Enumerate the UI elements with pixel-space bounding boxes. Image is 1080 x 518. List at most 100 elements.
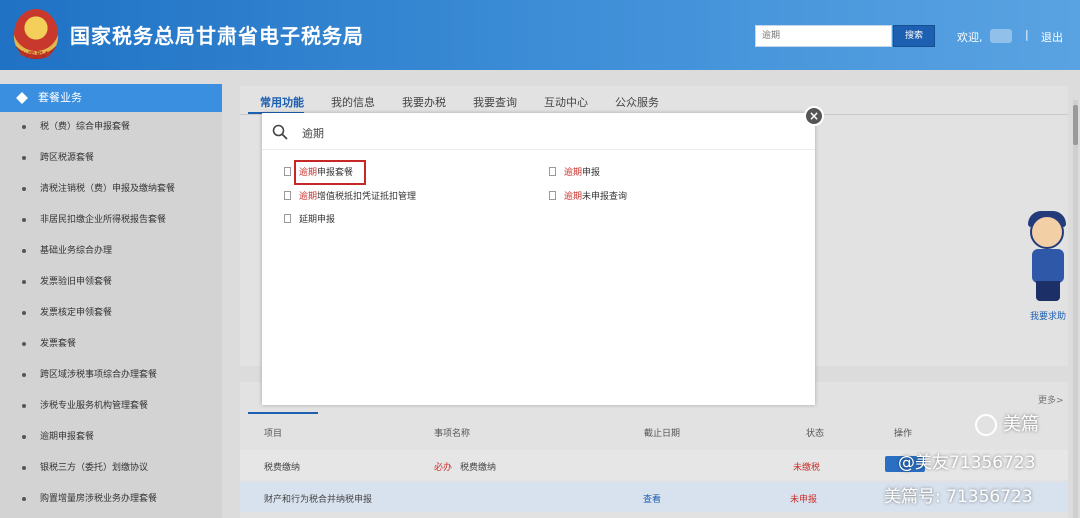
modal-search-query[interactable]: 逾期 — [302, 125, 324, 141]
status-badge: 未申报 — [790, 495, 818, 505]
scrollbar[interactable] — [1073, 100, 1078, 518]
tab-query[interactable]: 我要查询 — [473, 94, 517, 110]
search-results-modal — [262, 113, 815, 405]
sidebar-item[interactable]: 清税注销税（费）申报及缴纳套餐 — [0, 174, 222, 205]
scrollbar-thumb[interactable] — [1073, 105, 1078, 145]
column-header: 截止日期 — [644, 429, 681, 439]
search-button[interactable]: 搜索 — [893, 25, 935, 47]
sidebar-item[interactable]: 发票套餐 — [0, 329, 222, 360]
sidebar-item[interactable]: 基础业务综合办理 — [0, 236, 222, 267]
bullet-icon — [22, 217, 26, 222]
bullet-icon — [22, 496, 26, 501]
meipian-logo-icon — [975, 414, 997, 436]
help-mascot-image[interactable] — [1022, 211, 1074, 305]
sidebar-item[interactable]: 税（费）综合申报套餐 — [0, 112, 222, 143]
welcome-text: 欢迎, — [957, 31, 983, 44]
row-item: 财产和行为税合并纳税申报 — [264, 495, 373, 505]
sidebar-heading-label: 套餐业务 — [38, 91, 82, 104]
result-highlight: 逾期 — [564, 192, 583, 202]
document-icon — [284, 214, 291, 223]
package-icon — [16, 92, 28, 104]
highlight-box — [294, 160, 366, 185]
bullet-icon — [22, 403, 26, 408]
header-separator: | — [1025, 28, 1029, 41]
status-badge: 未缴税 — [793, 463, 821, 473]
bullet-icon — [22, 372, 26, 377]
sidebar-item-label: 跨区域涉税事项综合办理套餐 — [40, 370, 158, 380]
result-label: 增值税抵扣凭证抵扣管理 — [317, 192, 417, 202]
bullet-icon — [22, 186, 26, 191]
bullet-icon — [22, 279, 26, 284]
document-icon — [284, 167, 291, 176]
row-item: 税费缴纳 — [264, 463, 301, 473]
sidebar-item[interactable]: 购置增量房涉税业务办理套餐 — [0, 484, 222, 515]
view-link[interactable]: 查看 — [643, 492, 661, 505]
sidebar-item-label: 逾期申报套餐 — [40, 432, 95, 442]
tab-tax-handling[interactable]: 我要办税 — [402, 94, 446, 110]
sidebar-item-label: 银税三方（委托）划缴协议 — [40, 463, 149, 473]
result-highlight: 逾期 — [564, 168, 583, 178]
header-search-input[interactable] — [756, 26, 888, 46]
column-header: 项目 — [264, 429, 283, 439]
header-search-box[interactable] — [755, 25, 892, 47]
tab-public-services[interactable]: 公众服务 — [615, 94, 659, 110]
required-tag: 必办 — [434, 463, 453, 473]
logout-link[interactable]: 退出 — [1041, 29, 1063, 45]
search-result-item[interactable]: 逾期增值税抵扣凭证抵扣管理 — [284, 189, 416, 205]
sidebar-item[interactable]: 跨区税源套餐 — [0, 143, 222, 174]
result-label: 未申报查询 — [582, 192, 628, 202]
bullet-icon — [22, 434, 26, 439]
close-icon[interactable]: × — [804, 106, 824, 126]
site-title: 国家税务总局甘肃省电子税务局 — [70, 24, 364, 48]
watermark-brand-text: 美篇 — [1003, 414, 1039, 435]
help-link[interactable]: 我要求助 — [1030, 309, 1066, 322]
search-icon — [272, 124, 288, 140]
sidebar-item[interactable]: 跨区域涉税事项综合办理套餐 — [0, 360, 222, 391]
sidebar-item-label: 涉税专业服务机构管理套餐 — [40, 401, 149, 411]
username-redacted — [990, 29, 1012, 43]
column-header: 状态 — [806, 429, 825, 439]
sidebar-item[interactable]: 发票验旧申领套餐 — [0, 267, 222, 298]
watermark-user: @美友71356723 — [898, 453, 1036, 473]
document-icon — [549, 191, 556, 200]
bullet-icon — [22, 124, 26, 129]
sidebar: 套餐业务 税（费）综合申报套餐 跨区税源套餐 清税注销税（费）申报及缴纳套餐 非… — [0, 84, 222, 518]
sidebar-heading[interactable]: 套餐业务 — [0, 84, 222, 112]
sidebar-item-label: 发票核定申领套餐 — [40, 308, 113, 318]
mascot-head — [1030, 215, 1064, 249]
sidebar-item[interactable]: 非居民扣缴企业所得税报告套餐 — [0, 205, 222, 236]
search-result-item[interactable]: 逾期未申报查询 — [549, 189, 627, 205]
bullet-icon — [22, 248, 26, 253]
sidebar-item-label: 税（费）综合申报套餐 — [40, 122, 131, 132]
sidebar-item[interactable]: 发票核定申领套餐 — [0, 298, 222, 329]
sidebar-item-label: 非居民扣缴企业所得税报告套餐 — [40, 215, 167, 225]
sidebar-item[interactable]: 涉税专业服务机构管理套餐 — [0, 391, 222, 422]
sidebar-item-label: 发票套餐 — [40, 339, 77, 349]
more-link[interactable]: 更多> — [1038, 393, 1064, 406]
row-name: 税费缴纳 — [460, 463, 497, 473]
result-label: 延期申报 — [299, 215, 336, 225]
watermark-brand: 美篇 — [975, 410, 1039, 436]
mascot-body — [1032, 249, 1064, 283]
tab-interaction-center[interactable]: 互动中心 — [544, 94, 588, 110]
tab-my-info[interactable]: 我的信息 — [331, 94, 375, 110]
sidebar-item[interactable]: 逾期申报套餐 — [0, 422, 222, 453]
column-header: 事项名称 — [434, 429, 471, 439]
result-highlight: 逾期 — [299, 192, 318, 202]
sidebar-item[interactable]: 银税三方（委托）划缴协议 — [0, 453, 222, 484]
panel-tab-underline — [248, 412, 318, 414]
sidebar-item-label: 清税注销税（费）申报及缴纳套餐 — [40, 184, 176, 194]
bullet-icon — [22, 465, 26, 470]
tab-common-functions[interactable]: 常用功能 — [260, 94, 304, 110]
sidebar-item-label: 购置增量房涉税业务办理套餐 — [40, 494, 158, 504]
document-icon — [284, 191, 291, 200]
function-tabs: 常用功能 我的信息 我要办税 我要查询 互动中心 公众服务 — [240, 86, 1068, 115]
column-header: 操作 — [894, 429, 913, 439]
document-icon — [549, 167, 556, 176]
search-result-item[interactable]: 延期申报 — [284, 212, 335, 228]
emblem-text: 中国税务 — [20, 51, 52, 59]
watermark-id: 美篇号: 71356723 — [884, 487, 1033, 507]
search-result-item[interactable]: 逾期申报 — [549, 165, 600, 181]
sidebar-item-label: 发票验旧申领套餐 — [40, 277, 113, 287]
sidebar-item-label: 跨区税源套餐 — [40, 153, 95, 163]
